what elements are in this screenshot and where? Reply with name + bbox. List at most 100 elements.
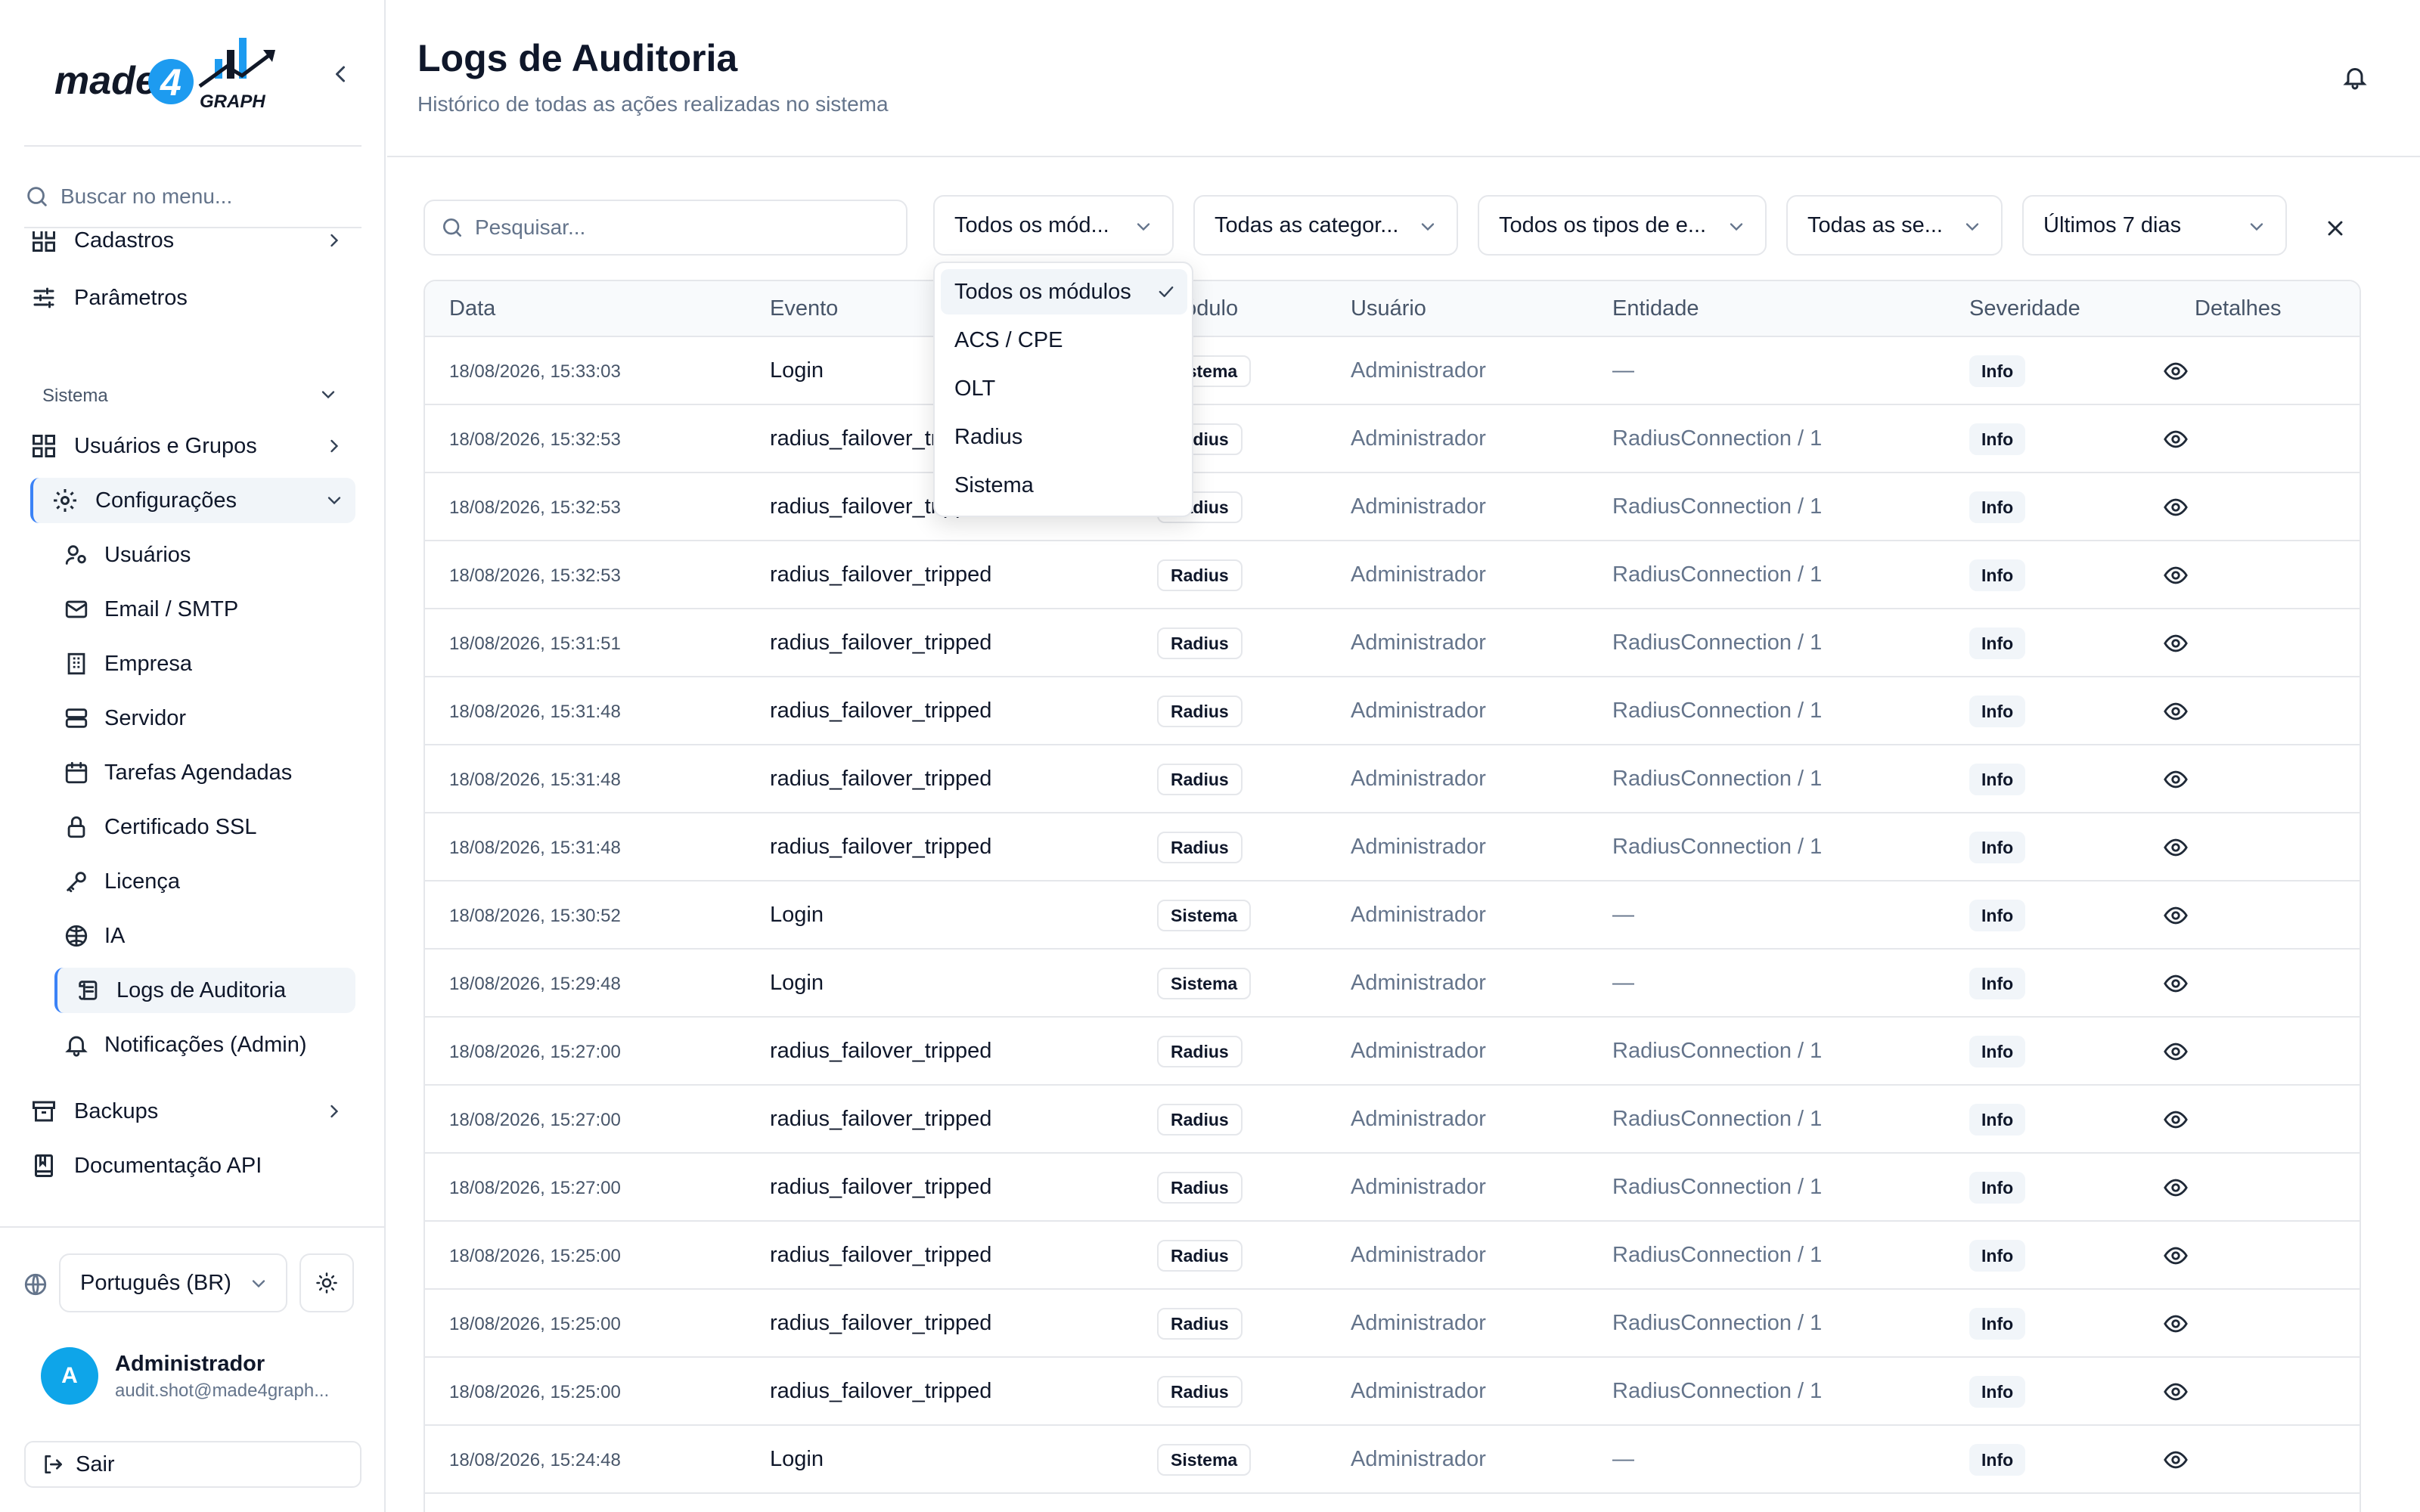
cell-entity: RadiusConnection / 1 xyxy=(1612,1175,1823,1199)
view-details-button[interactable] xyxy=(2163,1379,2189,1405)
table-row[interactable]: 18/08/2026, 15:24:48 Login Sistema Administ… xyxy=(425,1426,2360,1494)
bell-icon xyxy=(65,1036,88,1057)
table-row[interactable]: 18/08/2026, 15:27:00 radius_failover_trip… xyxy=(425,1086,2360,1154)
chevron-down-icon xyxy=(252,1280,265,1288)
sidebar-nav[interactable]: Cadastros Parâmetros Sistema Usuários e … xyxy=(0,231,384,1225)
table-row[interactable]: 18/08/2026, 15:25:00 radius_failover_trip… xyxy=(425,1358,2360,1426)
search-input[interactable]: Pesquisar... xyxy=(424,200,908,256)
sidebar-subitem-certificado-ssl[interactable]: Certificado SSL xyxy=(64,804,355,850)
chevron-down-icon xyxy=(1421,223,1435,231)
module-option-olt[interactable]: OLT xyxy=(941,366,1187,411)
logout-button[interactable]: Sair xyxy=(24,1441,361,1488)
category-filter-select[interactable]: Todas as categor... xyxy=(1193,195,1458,256)
cell-entity: RadiusConnection / 1 xyxy=(1612,562,1823,587)
cell-entity: RadiusConnection / 1 xyxy=(1612,835,1823,859)
made4graph-logo[interactable]: made 4 GRAPH xyxy=(51,33,286,112)
cell-entity: RadiusConnection / 1 xyxy=(1612,1039,1823,1063)
view-details-button[interactable] xyxy=(2163,631,2189,656)
table-row[interactable]: 18/08/2026, 15:31:48 radius_failover_trip… xyxy=(425,745,2360,813)
search-placeholder: Pesquisar... xyxy=(475,215,586,239)
event-type-filter-select[interactable]: Todos os tipos de e... xyxy=(1478,195,1767,256)
module-badge: Sistema xyxy=(1157,968,1252,999)
view-details-button[interactable] xyxy=(2163,358,2189,384)
sidebar-subitem-usuarios[interactable]: Usuários xyxy=(64,532,355,578)
language-select[interactable]: Português (BR) xyxy=(59,1253,287,1312)
module-badge: Sistema xyxy=(1157,900,1252,931)
module-filter-select[interactable]: Todos os mód... xyxy=(933,195,1174,256)
table-row[interactable]: 18/08/2026, 15:31:51 radius_failover_trip… xyxy=(425,609,2360,677)
clear-filters-button[interactable] xyxy=(2323,216,2347,240)
sidebar-item-backups[interactable]: Backups xyxy=(30,1089,355,1134)
view-details-button[interactable] xyxy=(2163,835,2189,860)
module-option-todos[interactable]: Todos os módulos xyxy=(941,269,1187,314)
table-row[interactable]: 18/08/2026, 15:32:53 radius_failover_trip… xyxy=(425,473,2360,541)
sidebar-item-cadastros[interactable]: Cadastros xyxy=(30,231,355,263)
table-row[interactable]: 18/08/2026, 15:31:48 radius_failover_trip… xyxy=(425,813,2360,881)
table-row[interactable]: 18/08/2026, 15:31:48 radius_failover_trip… xyxy=(425,677,2360,745)
menu-search-input[interactable]: Buscar no menu... xyxy=(24,178,361,215)
module-option-radius[interactable]: Radius xyxy=(941,414,1187,460)
view-details-button[interactable] xyxy=(2163,1447,2189,1473)
chevron-down-icon[interactable] xyxy=(318,384,339,405)
view-details-button[interactable] xyxy=(2163,903,2189,928)
close-icon xyxy=(2328,221,2343,236)
view-details-button[interactable] xyxy=(2163,1175,2189,1201)
table-row[interactable]: 18/08/2026, 15:32:53 radius_failover_trip… xyxy=(425,405,2360,473)
sidebar-subitem-servidor[interactable]: Servidor xyxy=(64,696,355,741)
cell-user: Administrador xyxy=(1351,767,1486,791)
sidebar-item-usuarios-grupos[interactable]: Usuários e Grupos xyxy=(30,423,355,469)
chevron-down-icon xyxy=(1965,223,1979,231)
search-icon xyxy=(27,187,47,206)
cell-user: Administrador xyxy=(1351,1447,1486,1471)
sidebar-item-parametros[interactable]: Parâmetros xyxy=(30,275,355,321)
sidebar-subitem-ia[interactable]: IA xyxy=(64,913,355,959)
module-dropdown-menu[interactable]: Todos os módulos ACS / CPE OLT Radius Si… xyxy=(933,262,1193,517)
severity-badge: Info xyxy=(1969,1172,2026,1204)
bell-icon xyxy=(2343,68,2367,90)
sidebar-subitem-email-smtp[interactable]: Email / SMTP xyxy=(64,587,355,632)
sidebar-subitem-licenca[interactable]: Licença xyxy=(64,859,355,904)
view-details-button[interactable] xyxy=(2163,1311,2189,1337)
severity-badge: Info xyxy=(1969,968,2026,999)
view-details-button[interactable] xyxy=(2163,1243,2189,1269)
table-row[interactable]: 18/08/2026, 15:30:52 Login Sistema Administ… xyxy=(425,881,2360,950)
severity-filter-select[interactable]: Todas as se... xyxy=(1786,195,2003,256)
cell-event: radius_failover_tripped xyxy=(770,699,992,723)
view-details-button[interactable] xyxy=(2163,1039,2189,1064)
sidebar-subitem-tarefas-agendadas[interactable]: Tarefas Agendadas xyxy=(64,750,355,795)
cell-entity: RadiusConnection / 1 xyxy=(1612,1379,1823,1403)
view-details-button[interactable] xyxy=(2163,562,2189,588)
view-details-button[interactable] xyxy=(2163,971,2189,996)
notifications-button[interactable] xyxy=(2341,64,2369,91)
cell-user: Administrador xyxy=(1351,426,1486,451)
sidebar-item-label: Usuários e Grupos xyxy=(74,433,257,458)
cell-user: Administrador xyxy=(1351,562,1486,587)
table-row[interactable]: 18/08/2026, 15:33:03 Login Sistema Administ… xyxy=(425,337,2360,405)
period-filter-select[interactable]: Últimos 7 dias xyxy=(2022,195,2287,256)
table-row[interactable]: 18/08/2026, 15:27:00 radius_failover_trip… xyxy=(425,1018,2360,1086)
sidebar-subitem-notificacoes-admin[interactable]: Notificações (Admin) xyxy=(64,1022,355,1067)
table-row[interactable]: 18/08/2026, 15:27:00 radius_failover_trip… xyxy=(425,1154,2360,1222)
sidebar-item-label: Parâmetros xyxy=(74,285,188,310)
view-details-button[interactable] xyxy=(2163,426,2189,452)
module-option-acs-cpe[interactable]: ACS / CPE xyxy=(941,318,1187,363)
sidebar-subitem-logs-auditoria[interactable]: Logs de Auditoria xyxy=(54,968,355,1013)
sidebar-item-configuracoes[interactable]: Configurações xyxy=(30,478,355,523)
collapse-sidebar-button[interactable] xyxy=(327,60,354,88)
sidebar-subitem-label: Empresa xyxy=(104,651,193,676)
view-details-button[interactable] xyxy=(2163,699,2189,724)
module-option-sistema[interactable]: Sistema xyxy=(941,463,1187,508)
theme-toggle-button[interactable] xyxy=(299,1253,354,1312)
view-details-button[interactable] xyxy=(2163,1107,2189,1132)
cell-event: Login xyxy=(770,1447,824,1471)
table-row[interactable]: 18/08/2026, 15:25:00 radius_failover_trip… xyxy=(425,1222,2360,1290)
sidebar-item-documentacao-api[interactable]: Documentação API xyxy=(30,1143,355,1188)
avatar[interactable]: A xyxy=(41,1347,98,1405)
table-row[interactable]: 18/08/2026, 15:32:53 radius_failover_trip… xyxy=(425,541,2360,609)
view-details-button[interactable] xyxy=(2163,767,2189,792)
table-row[interactable]: 18/08/2026, 15:29:48 Login Sistema Administ… xyxy=(425,950,2360,1018)
table-row[interactable]: 18/08/2026, 15:25:00 radius_failover_trip… xyxy=(425,1290,2360,1358)
book-icon xyxy=(35,1154,53,1177)
view-details-button[interactable] xyxy=(2163,494,2189,520)
sidebar-subitem-empresa[interactable]: Empresa xyxy=(64,641,355,686)
